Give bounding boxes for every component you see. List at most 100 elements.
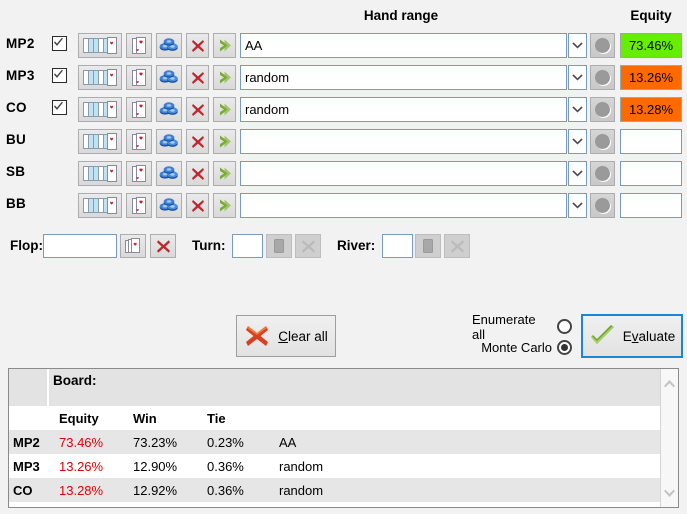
results-win: 12.92% (129, 478, 203, 502)
river-clear-button[interactable] (444, 234, 470, 258)
board-row: Flop: Turn: River: (0, 232, 687, 262)
card-selector-button-MP2[interactable] (126, 33, 152, 58)
flop-clear-button[interactable] (150, 234, 176, 258)
hand-range-input-BU[interactable] (240, 129, 567, 154)
results-table-header-row: Equity Win Tie (9, 406, 661, 430)
turn-clear-button[interactable] (295, 234, 321, 258)
equity-value-SB (620, 161, 682, 186)
apply-range-button-MP3[interactable] (213, 65, 236, 90)
river-input[interactable] (382, 234, 413, 258)
chips-button-MP3[interactable] (156, 65, 182, 90)
results-scrollbar[interactable] (660, 369, 678, 507)
range-editor-button-CO[interactable] (78, 97, 122, 122)
range-options-button-MP2[interactable] (590, 33, 615, 58)
card-selector-button-CO[interactable] (126, 97, 152, 122)
range-editor-button-SB[interactable] (78, 161, 122, 186)
card-selector-button-BU[interactable] (126, 129, 152, 154)
hand-range-dropdown-MP2[interactable] (568, 33, 587, 58)
player-position-label: MP2 (6, 36, 35, 51)
chevron-down-icon (572, 42, 583, 49)
hand-range-dropdown-BB[interactable] (568, 193, 587, 218)
apply-range-button-CO[interactable] (213, 97, 236, 122)
evaluate-button[interactable]: Evaluate (581, 314, 683, 358)
hand-range-input-CO[interactable]: random (240, 97, 567, 122)
range-options-button-BU[interactable] (590, 129, 615, 154)
monte-carlo-radio[interactable] (557, 340, 572, 355)
enumerate-all-radio[interactable] (557, 319, 572, 334)
apply-range-button-SB[interactable] (213, 161, 236, 186)
chips-button-BB[interactable] (156, 193, 182, 218)
apply-range-button-MP2[interactable] (213, 33, 236, 58)
clear-range-button-MP3[interactable] (186, 65, 209, 90)
hand-range-dropdown-MP3[interactable] (568, 65, 587, 90)
clear-range-button-CO[interactable] (186, 97, 209, 122)
turn-input[interactable] (232, 234, 263, 258)
player-enabled-checkbox-CO[interactable] (52, 100, 67, 115)
results-col-equity: Equity (55, 406, 129, 430)
apply-arrow-icon (219, 167, 231, 180)
results-win: 12.90% (133, 458, 178, 474)
range-options-button-CO[interactable] (590, 97, 615, 122)
chips-button-MP2[interactable] (156, 33, 182, 58)
results-tie: 0.36% (207, 458, 244, 474)
player-enabled-checkbox-MP3[interactable] (52, 68, 67, 83)
river-card-picker-button[interactable] (415, 234, 441, 258)
circle-icon (595, 166, 610, 181)
flop-input[interactable] (43, 234, 117, 258)
range-options-button-SB[interactable] (590, 161, 615, 186)
column-headers: Hand range Equity (0, 8, 687, 28)
range-editor-button-BU[interactable] (78, 129, 122, 154)
clear-range-button-BU[interactable] (186, 129, 209, 154)
chips-button-CO[interactable] (156, 97, 182, 122)
apply-range-button-BB[interactable] (213, 193, 236, 218)
chips-icon (159, 134, 178, 147)
player-position-label: BB (6, 196, 27, 211)
scroll-down-icon[interactable] (661, 483, 678, 503)
chips-button-SB[interactable] (156, 161, 182, 186)
card-icon (131, 164, 146, 182)
range-editor-button-BB[interactable] (78, 193, 122, 218)
results-position: CO (9, 478, 55, 502)
player-row-SB: SB (0, 158, 687, 190)
clear-icon (191, 103, 204, 116)
hand-range-dropdown-SB[interactable] (568, 161, 587, 186)
hand-range-input-SB[interactable] (240, 161, 567, 186)
turn-card-picker-button[interactable] (266, 234, 292, 258)
range-options-button-MP3[interactable] (590, 65, 615, 90)
hand-range-dropdown-BU[interactable] (568, 129, 587, 154)
results-position: MP3 (13, 458, 40, 474)
clear-range-button-MP2[interactable] (186, 33, 209, 58)
results-range: random (275, 478, 661, 502)
flop-card-picker-button[interactable] (120, 234, 146, 258)
player-enabled-checkbox-MP2[interactable] (52, 36, 67, 51)
clear-range-button-BB[interactable] (186, 193, 209, 218)
card-icon (131, 68, 146, 86)
scroll-up-icon[interactable] (661, 373, 678, 393)
results-panel: Board: Equity Win Tie MP2 73.46% 73.23% … (8, 368, 679, 508)
turn-label: Turn: (192, 238, 226, 253)
results-equity: 13.28% (55, 478, 129, 502)
card-selector-button-BB[interactable] (126, 193, 152, 218)
chips-button-BU[interactable] (156, 129, 182, 154)
hand-range-dropdown-CO[interactable] (568, 97, 587, 122)
range-options-button-BB[interactable] (590, 193, 615, 218)
player-position-label: CO (6, 100, 27, 115)
checkmark-icon (54, 37, 63, 46)
clear-range-button-SB[interactable] (186, 161, 209, 186)
player-row-CO: CO random 13.28% (0, 94, 687, 126)
hand-range-input-MP2[interactable]: AA (240, 33, 567, 58)
equity-value-BB (620, 193, 682, 218)
range-editor-button-MP2[interactable] (78, 33, 122, 58)
results-range: random (279, 458, 324, 474)
card-selector-button-MP3[interactable] (126, 65, 152, 90)
apply-range-button-BU[interactable] (213, 129, 236, 154)
range-editor-button-MP3[interactable] (78, 65, 122, 90)
card-selector-button-SB[interactable] (126, 161, 152, 186)
clear-all-button[interactable]: Clear all (236, 315, 336, 357)
enumerate-all-option[interactable]: Enumerate all (472, 312, 572, 342)
monte-carlo-option[interactable]: Monte Carlo (472, 337, 572, 358)
hand-range-input-MP3[interactable]: random (240, 65, 567, 90)
circle-icon (595, 198, 610, 213)
hand-range-input-BB[interactable] (240, 193, 567, 218)
results-range: AA (275, 430, 661, 454)
